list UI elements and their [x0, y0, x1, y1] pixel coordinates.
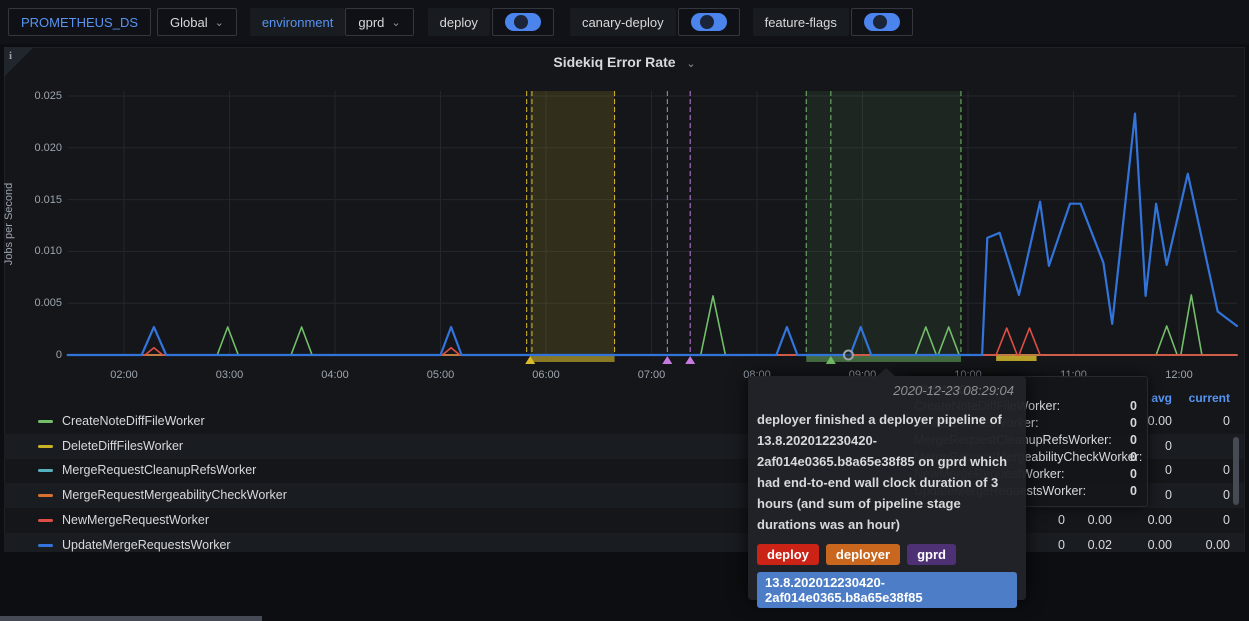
- legend-value-current: 0.00: [1170, 538, 1230, 552]
- legend-series-color-dash[interactable]: [38, 494, 53, 497]
- legend-row: UpdateMergeRequestsWorker00.020.000.00: [4, 533, 1244, 553]
- info-icon: i: [9, 50, 12, 62]
- legend-row: NewMergeRequestWorker00.000.000: [4, 508, 1244, 533]
- panel-title[interactable]: Sidekiq Error Rate ⌄: [4, 54, 1245, 70]
- tooltip-series-value: 0: [1130, 416, 1137, 430]
- feature-flags-toggle[interactable]: [851, 8, 913, 36]
- environment-dropdown[interactable]: gprd ⌄: [345, 8, 413, 36]
- annotation-tag-deployer[interactable]: deployer: [826, 544, 900, 565]
- x-axis-tick-label: 07:00: [622, 369, 682, 381]
- dashboard-submenu: PROMETHEUS_DS Global ⌄ environment gprd …: [0, 0, 1249, 44]
- tooltip-series-value: 0: [1130, 433, 1137, 447]
- environment-dropdown-value: gprd: [358, 15, 384, 30]
- series-line-CreateNoteDiffFileWorker: [68, 295, 1237, 355]
- y-axis-tick-label: 0: [4, 349, 62, 361]
- x-axis-tick-label: 12:00: [1149, 369, 1209, 381]
- legend-scrollbar[interactable]: [1233, 437, 1239, 505]
- x-axis-tick-label: 03:00: [200, 369, 260, 381]
- toggle-knob: [514, 15, 528, 29]
- legend-series-name[interactable]: NewMergeRequestWorker: [62, 513, 209, 527]
- legend-series-color-dash[interactable]: [38, 544, 53, 547]
- legend-series-color-dash[interactable]: [38, 445, 53, 448]
- annotation-version-tag[interactable]: 13.8.202012230420-2af014e0365.b8a65e38f8…: [757, 572, 1017, 608]
- panel-title-text: Sidekiq Error Rate: [553, 54, 675, 70]
- global-dropdown-label: Global: [170, 15, 208, 30]
- toggle-pill: [505, 13, 541, 31]
- deploy-toggle[interactable]: [492, 8, 554, 36]
- grafana-dashboard: PROMETHEUS_DS Global ⌄ environment gprd …: [0, 0, 1249, 621]
- chevron-down-icon: ⌄: [215, 16, 224, 29]
- feature-flags-toggle-label: feature-flags: [753, 8, 849, 36]
- annotation-region: [530, 91, 614, 356]
- tooltip-series-value: 0: [1130, 484, 1137, 498]
- x-axis-tick-label: 02:00: [94, 369, 154, 381]
- tooltip-series-value: 0: [1130, 450, 1137, 464]
- y-axis-title: Jobs per Second: [3, 169, 15, 279]
- legend-value-max: 0.02: [1052, 538, 1112, 552]
- tooltip-series-value: 0: [1130, 399, 1137, 413]
- global-dropdown[interactable]: Global ⌄: [157, 8, 237, 36]
- horizontal-scrollbar[interactable]: [0, 616, 262, 621]
- legend-value-max: 0.00: [1052, 513, 1112, 527]
- chevron-down-icon: ⌄: [391, 16, 400, 29]
- annotation-text: deployer finished a deployer pipeline of…: [748, 401, 1026, 535]
- toggle-knob: [873, 15, 887, 29]
- legend-series-color-dash[interactable]: [38, 420, 53, 423]
- legend-value-current: 0: [1170, 414, 1230, 428]
- legend-series-color-dash[interactable]: [38, 519, 53, 522]
- annotation-popup: 2020-12-23 08:29:04 deployer finished a …: [748, 376, 1026, 600]
- annotation-tag-gprd[interactable]: gprd: [907, 544, 956, 565]
- canary-deploy-toggle[interactable]: [678, 8, 740, 36]
- legend-value-current: 0: [1170, 463, 1230, 477]
- annotation-duration-bar: [530, 356, 614, 362]
- environment-variable-label: environment: [250, 8, 346, 36]
- legend-series-name[interactable]: MergeRequestMergeabilityCheckWorker: [62, 488, 287, 502]
- annotation-tags: deploy deployer gprd: [748, 535, 1026, 565]
- annotation-timestamp: 2020-12-23 08:29:04: [748, 376, 1026, 401]
- legend-series-name[interactable]: CreateNoteDiffFileWorker: [62, 414, 205, 428]
- datasource-picker[interactable]: PROMETHEUS_DS: [8, 8, 151, 36]
- toggle-pill: [691, 13, 727, 31]
- canary-deploy-toggle-label: canary-deploy: [570, 8, 676, 36]
- legend-value-current: 0: [1170, 488, 1230, 502]
- y-axis-tick-label: 0.025: [4, 90, 62, 102]
- series-line-NewMergeRequestWorker: [68, 328, 1237, 355]
- x-axis-tick-label: 06:00: [516, 369, 576, 381]
- toggle-knob: [700, 15, 714, 29]
- deploy-toggle-label: deploy: [428, 8, 490, 36]
- legend-column-header[interactable]: current: [1170, 391, 1230, 405]
- y-axis-tick-label: 0.005: [4, 297, 62, 309]
- legend-series-name[interactable]: UpdateMergeRequestsWorker: [62, 538, 231, 552]
- popup-caret-icon: [877, 368, 895, 376]
- annotation-marker-triangle: [662, 356, 672, 364]
- annotation-marker-triangle: [685, 356, 695, 364]
- legend-series-color-dash[interactable]: [38, 469, 53, 472]
- legend-value-current: 0: [1170, 513, 1230, 527]
- tooltip-series-value: 0: [1130, 467, 1137, 481]
- legend-series-name[interactable]: DeleteDiffFilesWorker: [62, 439, 183, 453]
- hover-point-marker: [844, 351, 853, 360]
- chevron-down-icon: ⌄: [686, 58, 695, 70]
- legend-series-name[interactable]: MergeRequestCleanupRefsWorker: [62, 463, 256, 477]
- y-axis-tick-label: 0.020: [4, 142, 62, 154]
- legend-value-avg: 0.00: [1112, 513, 1172, 527]
- annotation-duration-bar: [996, 356, 1036, 361]
- x-axis-tick-label: 04:00: [305, 369, 365, 381]
- series-line-UpdateMergeRequestsWorker: [68, 114, 1237, 355]
- annotation-region: [806, 91, 961, 356]
- legend-value-avg: 0.00: [1112, 538, 1172, 552]
- annotation-tag-deploy[interactable]: deploy: [757, 544, 819, 565]
- toggle-pill: [864, 13, 900, 31]
- x-axis-tick-label: 05:00: [411, 369, 471, 381]
